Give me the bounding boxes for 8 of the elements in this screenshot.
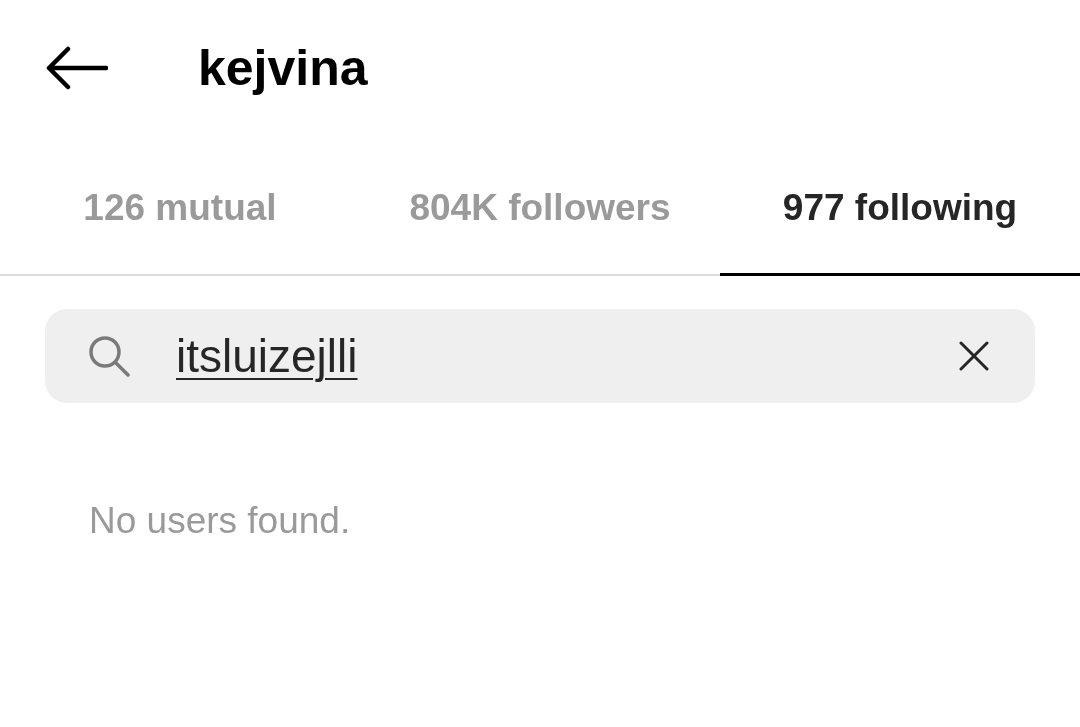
close-icon bbox=[959, 341, 989, 371]
empty-state-message: No users found. bbox=[89, 499, 351, 543]
profile-username: kejvina bbox=[198, 40, 368, 96]
arrow-left-icon bbox=[46, 46, 108, 90]
search-icon bbox=[88, 335, 130, 377]
search-field[interactable]: itsluizejlli bbox=[45, 309, 1035, 403]
tab[interactable]: 977 following bbox=[720, 146, 1080, 276]
search-input[interactable]: itsluizejlli bbox=[176, 328, 955, 384]
